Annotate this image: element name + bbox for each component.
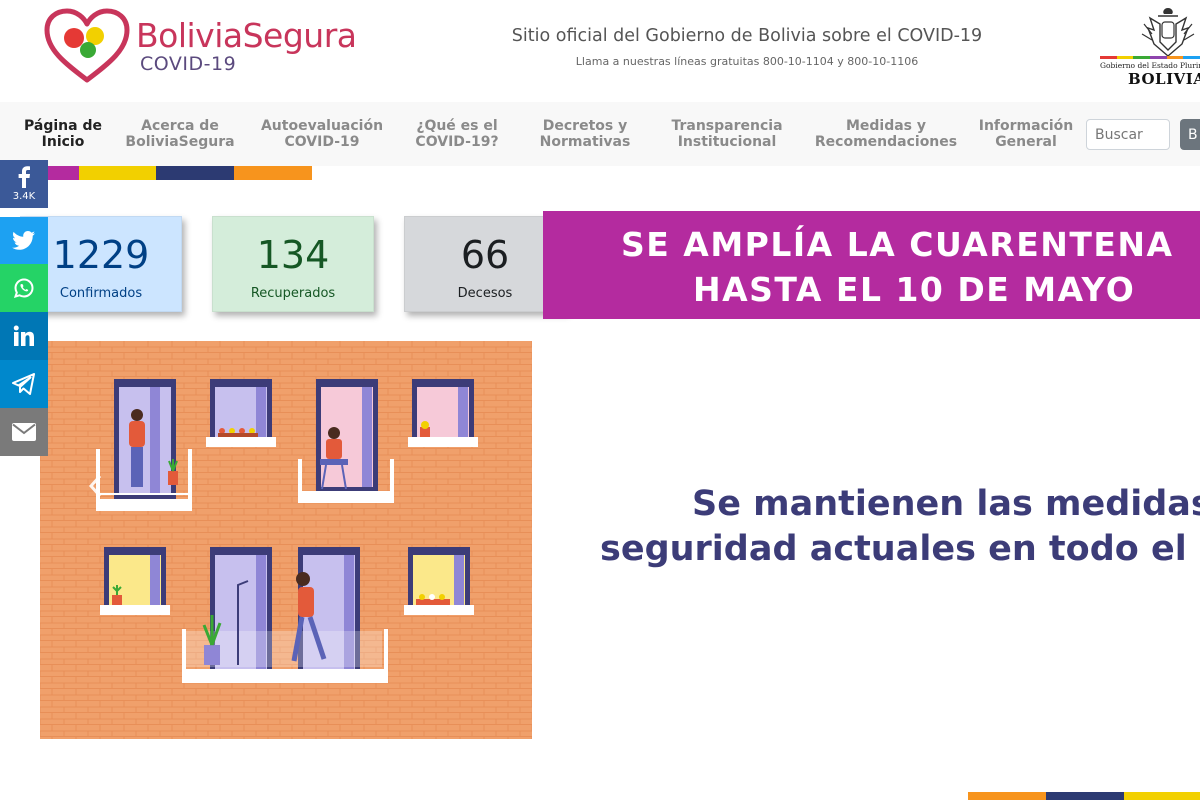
nav-item-transparencia[interactable]: Transparencia Institucional [671, 118, 782, 150]
color-stripe-segment [1046, 792, 1124, 800]
search-button[interactable]: B [1180, 119, 1200, 150]
nav-label: Decretos y [542, 118, 628, 134]
nav-label: Información [978, 118, 1074, 134]
facebook-icon [18, 166, 30, 188]
site-title: Sitio oficial del Gobierno de Bolivia so… [511, 26, 983, 46]
carousel-prev-icon[interactable] [88, 474, 104, 498]
heart-logo-icon [44, 8, 130, 83]
color-stripe-segment [1124, 792, 1200, 800]
stat-card-recovered: 134 Recuperados [212, 216, 374, 312]
banner-line-2: HASTA EL 10 DE MAYO [693, 270, 1136, 309]
nav-label: Inicio [41, 134, 85, 150]
deaths-count: 66 [460, 233, 510, 277]
color-stripe-segment [968, 792, 1046, 800]
gov-line: Gobierno del Estado Plurinacional de [1100, 61, 1200, 70]
whatsapp-icon [13, 278, 34, 298]
nav-item-autoevaluacion[interactable]: Autoevaluación COVID-19 [261, 118, 383, 150]
banner-line-1: SE AMPLÍA LA CUARENTENA [621, 225, 1174, 264]
color-stripe-segment [48, 166, 79, 180]
nav-label: ¿Qué es el [416, 118, 498, 134]
recovered-count: 134 [256, 233, 330, 277]
deaths-label: Decesos [457, 286, 513, 301]
email-share-button[interactable] [0, 408, 48, 456]
quarantine-banner[interactable]: SE AMPLÍA LA CUARENTENA HASTA EL 10 DE M… [543, 211, 1200, 319]
government-logo[interactable]: Gobierno del Estado Plurinacional de BOL… [1098, 4, 1200, 90]
nav-label: Medidas y [845, 118, 927, 134]
message-line-2: seguridad actuales en todo el país [600, 529, 1200, 569]
stat-card-deaths: 66 Decesos [404, 216, 566, 312]
color-stripe-segment [234, 166, 312, 180]
nav-item-inicio[interactable]: Página de Inicio [24, 118, 102, 150]
message-line-1: Se mantienen las medidas de [692, 484, 1200, 524]
nav-label: Normativas [539, 134, 631, 150]
search-input[interactable] [1086, 119, 1170, 150]
nav-label: General [995, 134, 1057, 150]
color-stripe-segment [156, 166, 234, 180]
nav-label: COVID-19? [415, 134, 499, 150]
twitter-icon [12, 231, 35, 250]
coat-of-arms-icon [1141, 8, 1195, 57]
nav-label: Transparencia [671, 118, 783, 134]
building-illustration [40, 341, 532, 739]
facebook-share-button[interactable]: 3.4K [0, 160, 48, 208]
nav-item-que-es[interactable]: ¿Qué es el COVID-19? [415, 118, 498, 150]
logo-subtitle: COVID-19 [140, 53, 237, 75]
nav-item-decretos[interactable]: Decretos y Normativas [540, 118, 631, 150]
linkedin-share-button[interactable] [0, 312, 48, 360]
recovered-label: Recuperados [250, 286, 336, 301]
facebook-share-count: 3.4K [12, 191, 36, 202]
page: BoliviaSegura COVID-19 Sitio oficial del… [0, 0, 1200, 800]
nav-label: BoliviaSegura [125, 134, 235, 150]
bolivia-segura-logo[interactable]: BoliviaSegura COVID-19 [44, 8, 389, 88]
gov-country: BOLIVIA [1128, 70, 1200, 88]
email-icon [12, 423, 36, 441]
site-header: BoliviaSegura COVID-19 Sitio oficial del… [0, 0, 1200, 102]
twitter-share-button[interactable] [0, 217, 48, 265]
gov-flag-stripe [1100, 56, 1200, 59]
nav-label: Autoevaluación [260, 118, 384, 134]
telegram-icon [12, 373, 35, 395]
hotline-text: Llama a nuestras líneas gratuitas 800-10… [575, 55, 919, 68]
main-nav: Página de Inicio Acerca de BoliviaSegura… [0, 102, 1200, 166]
nav-label: COVID-19 [284, 134, 360, 150]
nav-label: Página de [24, 118, 102, 134]
color-stripe-segment [79, 166, 156, 180]
nav-label: Institucional [677, 134, 777, 150]
linkedin-icon [13, 325, 34, 346]
nav-label: Recomendaciones [814, 134, 958, 150]
carousel-message: Se mantienen las medidas de seguridad ac… [600, 482, 1200, 572]
nav-item-informacion[interactable]: Información General [979, 118, 1074, 150]
whatsapp-share-button[interactable] [0, 264, 48, 312]
logo-name: BoliviaSegura [136, 16, 357, 55]
nav-item-medidas[interactable]: Medidas y Recomendaciones [815, 118, 957, 150]
telegram-share-button[interactable] [0, 360, 48, 408]
nav-item-acerca[interactable]: Acerca de BoliviaSegura [125, 118, 234, 150]
nav-label: Acerca de [141, 118, 219, 134]
